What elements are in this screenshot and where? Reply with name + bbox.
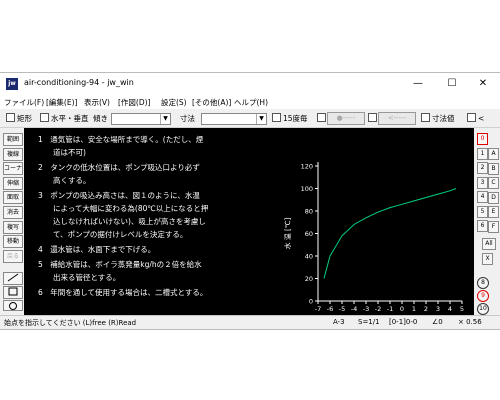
layer-group-button-0[interactable]: 0 bbox=[477, 133, 488, 145]
line-icon bbox=[7, 273, 19, 282]
minimize-button[interactable]: — bbox=[404, 75, 432, 92]
dim-label: 寸法 bbox=[180, 114, 195, 123]
app-icon: jw bbox=[6, 78, 18, 90]
x-tick-label: -5 bbox=[339, 305, 345, 313]
series-line bbox=[323, 188, 457, 279]
x-tick-label: 0 bbox=[400, 305, 404, 313]
circle-icon bbox=[9, 302, 17, 310]
tilt-select[interactable]: ▼ bbox=[111, 113, 171, 125]
circle-button-10[interactable]: 10 bbox=[477, 303, 489, 315]
layer-x-button[interactable]: X bbox=[482, 253, 493, 265]
maximize-button[interactable]: ☐ bbox=[438, 75, 466, 92]
layer-button-B[interactable]: B bbox=[488, 162, 499, 175]
chevron-down-icon: ▼ bbox=[160, 114, 170, 124]
layer-group-button-5[interactable]: 5 bbox=[477, 205, 488, 218]
layer-group-button-4[interactable]: 4 bbox=[477, 191, 488, 203]
layer-group-button-3[interactable]: 3 bbox=[477, 176, 488, 189]
x-tick-label: 5 bbox=[460, 305, 464, 313]
y-axis-label: 水 温 [℃] bbox=[283, 217, 292, 249]
x-tick-label: -1 bbox=[387, 305, 393, 313]
x-tick-label: -2 bbox=[375, 305, 381, 313]
x-tick-label: 2 bbox=[424, 305, 428, 313]
menu-bar: ファイル(F) [編集(E)] 表示(V) [作図(D)] 設定(S) [その他… bbox=[0, 95, 500, 109]
layer-button-C[interactable]: C bbox=[488, 177, 499, 189]
chart-figure: 020406080100120-7 -6 -5 -4 -3 -2 -1 0 1 2 3 4 5水 温 [… bbox=[283, 162, 464, 316]
y-tick-label: 120 bbox=[301, 163, 313, 171]
layer-button-F[interactable]: F bbox=[488, 220, 499, 233]
menu-draw[interactable]: [作図(D)] bbox=[118, 97, 150, 108]
tool-range-button[interactable]: 範囲 bbox=[3, 133, 23, 146]
status-bar: 始点を指示してください (L)free (R)Read A-3 S=1/1 [0… bbox=[0, 315, 500, 329]
tool-erase-button[interactable]: 消去 bbox=[3, 206, 23, 219]
dim-select[interactable]: ▼ bbox=[201, 113, 267, 125]
x-tick-label: 1 bbox=[412, 305, 416, 313]
y-tick-label: 60 bbox=[305, 230, 313, 238]
chevron-down-icon: ▼ bbox=[256, 114, 266, 124]
status-layer[interactable]: [0-1]0-0 bbox=[389, 318, 417, 326]
y-tick-label: 100 bbox=[301, 185, 313, 193]
tool-copy-button[interactable]: 複写 bbox=[3, 221, 23, 234]
tool-undo-button[interactable]: 戻る bbox=[3, 250, 23, 263]
y-tick-label: 40 bbox=[305, 253, 313, 261]
menu-settings[interactable]: 設定(S) bbox=[161, 97, 187, 108]
circle-button-8[interactable]: 8 bbox=[477, 277, 489, 289]
menu-file[interactable]: ファイル(F) bbox=[4, 97, 44, 108]
status-message: 始点を指示してください (L)free (R)Read bbox=[4, 319, 137, 327]
x-tick-label: 4 bbox=[448, 305, 452, 313]
tool-chamfer-button[interactable]: 面取 bbox=[3, 191, 23, 204]
x-tick-label: -6 bbox=[327, 305, 333, 313]
tool-parallel-button[interactable]: 複線 bbox=[3, 148, 23, 161]
layer-button-A[interactable]: A bbox=[488, 148, 499, 160]
circle-line-button[interactable]: ●‑‑‑‑‑ bbox=[327, 112, 365, 125]
window-title: air-conditioning-94 - jw_win bbox=[24, 78, 134, 87]
close-button[interactable]: ✕ bbox=[469, 75, 497, 92]
toolbar: 矩形 水平・垂直 傾き ▼ 寸法 ▼ 15度毎 ●‑‑‑‑‑ <‑‑‑‑‑ 寸法… bbox=[0, 110, 500, 128]
lt-checkbox[interactable]: < bbox=[467, 113, 484, 123]
layer-all-button[interactable]: All bbox=[482, 238, 496, 250]
tool-move-button[interactable]: 移動 bbox=[3, 235, 23, 248]
arrow-line-button[interactable]: <‑‑‑‑‑ bbox=[378, 112, 416, 125]
menu-help[interactable]: ヘルプ(H) bbox=[234, 97, 268, 108]
layer-group-button-1[interactable]: 1 bbox=[477, 147, 488, 160]
x-tick-label: 3 bbox=[436, 305, 440, 313]
x-tick-label: -7 bbox=[315, 305, 321, 313]
status-scale[interactable]: S=1/1 bbox=[358, 318, 380, 326]
rect-checkbox[interactable]: 矩形 bbox=[6, 113, 32, 124]
x-tick-label: -3 bbox=[363, 305, 369, 313]
status-zoom[interactable]: × 0.56 bbox=[458, 318, 482, 326]
tool-line-button[interactable] bbox=[3, 272, 23, 285]
tool-stretch-button[interactable]: 伸縮 bbox=[3, 177, 23, 190]
y-tick-label: 80 bbox=[305, 208, 313, 216]
menu-other[interactable]: [その他(A)] bbox=[192, 97, 231, 108]
status-paper[interactable]: A-3 bbox=[333, 318, 345, 326]
layer-button-D[interactable]: D bbox=[488, 191, 499, 204]
square-icon bbox=[8, 287, 18, 296]
drawing-canvas[interactable]: 1 通気管は、安全な場所まで導く。(ただし、煙 道は不可) 2 タンクの低水位置… bbox=[24, 128, 474, 316]
title-bar: jw air-conditioning-94 - jw_win — ☐ ✕ bbox=[0, 73, 500, 95]
layer-group-button-6[interactable]: 6 bbox=[477, 220, 488, 232]
tool-circle-button[interactable] bbox=[3, 300, 23, 311]
y-tick-label: 20 bbox=[305, 275, 313, 283]
tilt-label: 傾き bbox=[93, 114, 108, 123]
dim-value-checkbox[interactable]: 寸法値 bbox=[421, 113, 455, 124]
menu-edit[interactable]: [編集(E)] bbox=[46, 97, 77, 108]
circle-button-9[interactable]: 9 bbox=[477, 290, 489, 302]
y-tick-label: 0 bbox=[309, 298, 313, 306]
menu-view[interactable]: 表示(V) bbox=[84, 97, 110, 108]
tool-corner-button[interactable]: コーナー bbox=[3, 162, 23, 183]
x-tick-label: -4 bbox=[351, 305, 357, 313]
tool-rect-button[interactable] bbox=[3, 286, 23, 299]
layer-group-button-2[interactable]: 2 bbox=[477, 162, 488, 174]
app-window: jw air-conditioning-94 - jw_win — ☐ ✕ ファ… bbox=[0, 72, 500, 330]
status-angle[interactable]: ∠0 bbox=[432, 318, 443, 326]
horiz-vert-checkbox[interactable]: 水平・垂直 bbox=[40, 113, 89, 124]
layer-button-E[interactable]: E bbox=[488, 206, 499, 218]
deg15-checkbox[interactable]: 15度毎 bbox=[272, 113, 308, 124]
